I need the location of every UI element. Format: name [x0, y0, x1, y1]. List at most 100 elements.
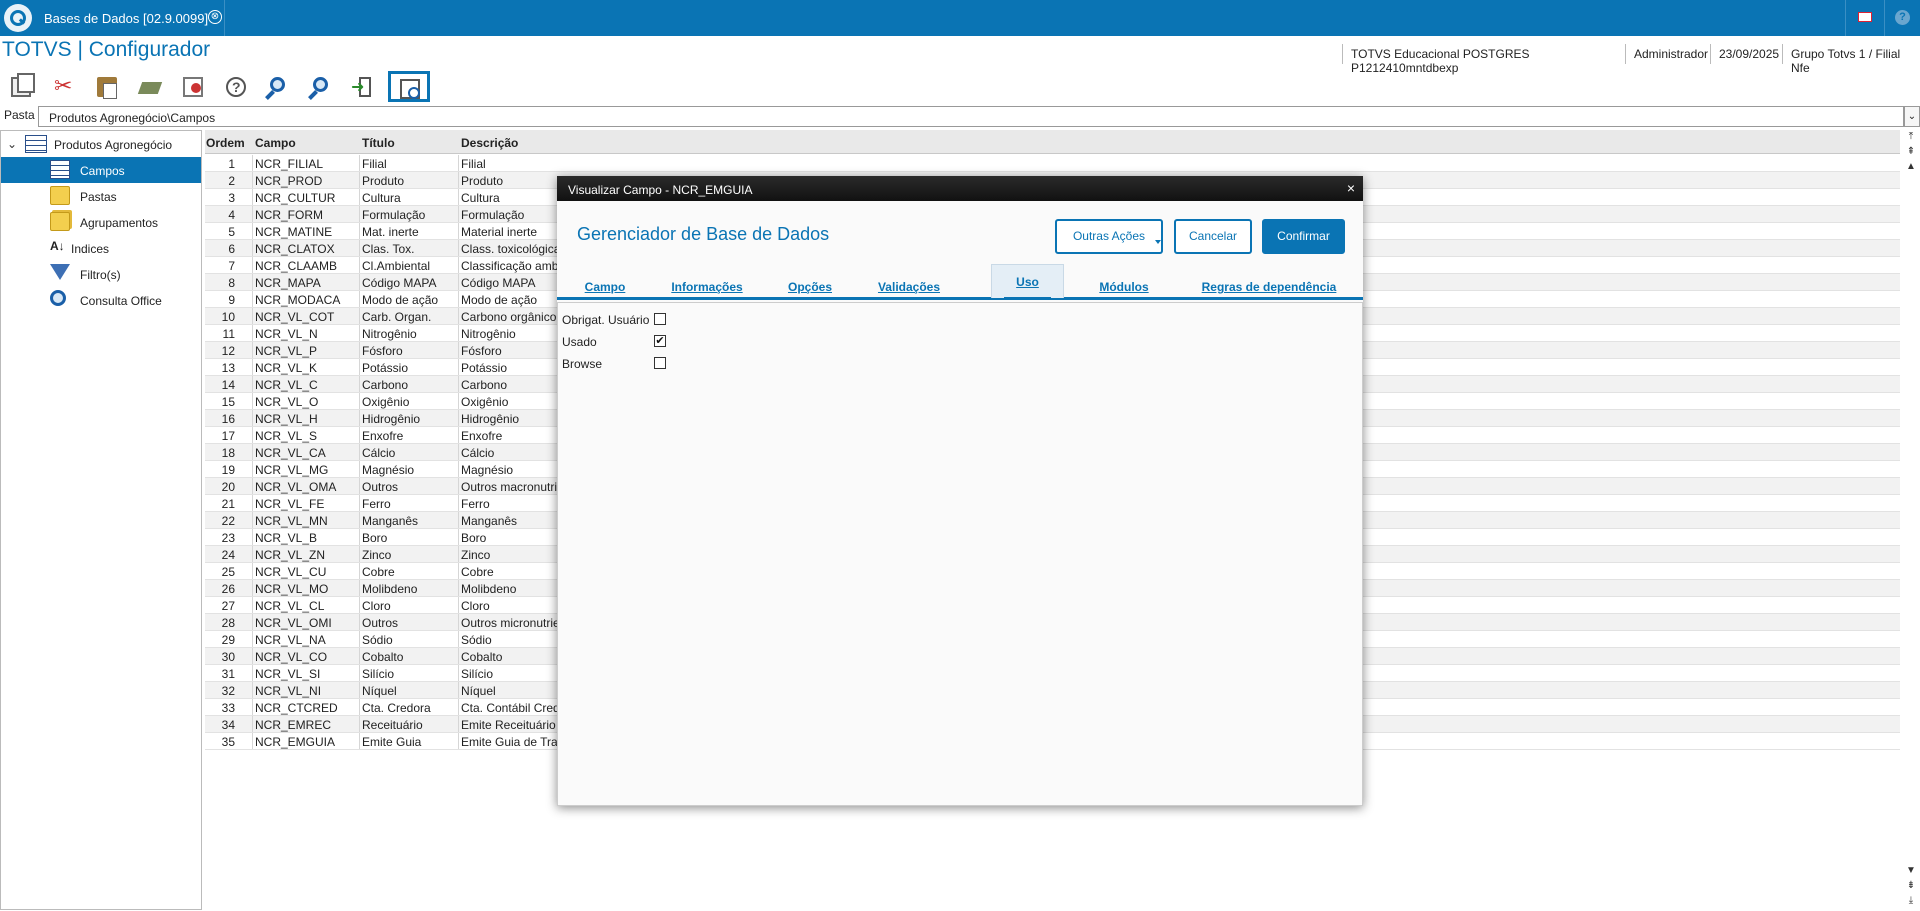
book-icon — [137, 82, 163, 94]
checkbox-usado[interactable]: Usado ✔ — [562, 333, 672, 351]
column-separator — [252, 308, 253, 324]
cell-ordem: 9 — [228, 293, 235, 307]
cell-ordem: 30 — [221, 650, 235, 664]
exit-button[interactable] — [350, 72, 386, 102]
help-tool-button[interactable] — [217, 72, 253, 102]
tree-root-label: Produtos Agronegócio — [54, 138, 173, 152]
column-separator — [359, 665, 360, 681]
column-header-titulo[interactable]: Título — [362, 136, 395, 150]
pasta-field[interactable]: Produtos Agronegócio\Campos — [38, 106, 1904, 127]
column-separator — [458, 716, 459, 732]
cell-titulo: Cl.Ambiental — [362, 259, 431, 273]
checkbox-obrigat-usuario-box[interactable] — [654, 313, 666, 325]
table-row[interactable]: 1 NCR_FILIAL Filial Filial — [205, 155, 1900, 172]
cell-ordem: 8 — [228, 276, 235, 290]
tree-item-pastas[interactable]: Pastas — [1, 183, 201, 209]
column-separator — [252, 342, 253, 358]
column-separator — [252, 512, 253, 528]
tree-item-label: Campos — [80, 164, 125, 178]
scroll-bottom-icon[interactable]: ⤓ — [1902, 894, 1920, 908]
scroll-up-icon[interactable]: ▲ — [1902, 160, 1920, 174]
cell-titulo: Níquel — [362, 684, 397, 698]
column-separator — [359, 699, 360, 715]
tree-item-indices[interactable]: Indices — [1, 235, 201, 261]
tab-opcoes[interactable]: Opções — [773, 264, 847, 298]
tab-informacoes[interactable]: Informações — [657, 264, 757, 298]
tree-item-label: Indices — [71, 242, 110, 256]
scroll-top-icon[interactable]: ⤒ — [1902, 130, 1920, 144]
cell-ordem: 15 — [221, 395, 235, 409]
column-separator — [458, 495, 459, 511]
cell-campo: NCR_VL_MG — [255, 463, 329, 477]
checkbox-browse[interactable]: Browse — [562, 355, 672, 373]
tab-modulos[interactable]: Módulos — [1077, 264, 1171, 298]
column-separator — [252, 240, 253, 256]
tab-uso[interactable]: Uso — [991, 264, 1064, 300]
tab-campo[interactable]: Campo — [567, 264, 643, 298]
column-separator — [458, 240, 459, 256]
tree-item-agrupamentos[interactable]: Agrupamentos — [1, 209, 201, 235]
cancel-button[interactable]: Cancelar — [1174, 219, 1252, 254]
cell-ordem: 22 — [221, 514, 235, 528]
checkbox-label: Obrigat. Usuário — [562, 313, 650, 327]
tree-root[interactable]: ⌄ Produtos Agronegócio — [1, 133, 201, 155]
cell-campo: NCR_VL_MO — [255, 582, 329, 596]
copy-button[interactable] — [2, 72, 38, 102]
tab-regras-de-dependencia[interactable]: Regras de dependência — [1189, 264, 1349, 298]
cell-titulo: Carb. Organ. — [362, 310, 432, 324]
dialog-tabs: Campo Informações Opções Validações Uso … — [557, 264, 1363, 300]
tab-validacoes[interactable]: Validações — [864, 264, 954, 298]
column-header-descricao[interactable]: Descrição — [461, 136, 518, 150]
cell-campo: NCR_CLATOX — [255, 242, 335, 256]
column-separator — [359, 716, 360, 732]
date-info: 23/09/2025 — [1710, 44, 1790, 64]
cell-ordem: 26 — [221, 582, 235, 596]
tab-bases-de-dados[interactable]: Bases de Dados [02.9.0099] ⊗ — [37, 0, 225, 36]
help-button[interactable]: ? — [1884, 0, 1920, 36]
cell-campo: NCR_VL_CO — [255, 650, 328, 664]
documents-button[interactable] — [174, 72, 210, 102]
cut-button[interactable] — [45, 72, 81, 102]
book-button[interactable] — [131, 72, 167, 102]
close-icon[interactable]: × — [1342, 179, 1360, 197]
caret-down-icon — [1155, 240, 1161, 244]
column-header-campo[interactable]: Campo — [255, 136, 296, 150]
column-separator — [458, 631, 459, 647]
view-button[interactable] — [388, 71, 430, 102]
cell-titulo: Nitrogênio — [362, 327, 417, 341]
scroll-down-icon[interactable]: ▼ — [1902, 864, 1920, 878]
paste-button[interactable] — [88, 72, 124, 102]
search-button[interactable] — [261, 72, 297, 102]
cell-campo: NCR_VL_N — [255, 327, 318, 341]
totvs-logo-icon[interactable] — [4, 4, 32, 32]
column-separator — [458, 291, 459, 307]
column-separator — [458, 444, 459, 460]
tree-item-campos[interactable]: Campos — [1, 157, 201, 183]
confirm-button[interactable]: Confirmar — [1262, 219, 1345, 254]
tree-item-filtros[interactable]: Filtro(s) — [1, 261, 201, 287]
cell-titulo: Potássio — [362, 361, 409, 375]
checkbox-obrigat-usuario[interactable]: Obrigat. Usuário — [562, 311, 672, 329]
cell-titulo: Cultura — [362, 191, 401, 205]
cell-ordem: 19 — [221, 463, 235, 477]
tree-item-consulta-office[interactable]: Consulta Office — [1, 287, 201, 313]
column-header-ordem[interactable]: Ordem — [206, 136, 245, 150]
pasta-dropdown-icon[interactable]: ⌄ — [1904, 106, 1920, 127]
search-next-button[interactable] — [304, 72, 340, 102]
column-separator — [252, 648, 253, 664]
cell-titulo: Fósforo — [362, 344, 403, 358]
chevron-down-icon[interactable]: ⌄ — [7, 137, 17, 151]
scroll-page-up-icon[interactable]: ⇞ — [1902, 145, 1920, 159]
checkbox-usado-box[interactable]: ✔ — [654, 335, 666, 347]
mail-button[interactable] — [1845, 0, 1883, 36]
cell-campo: NCR_EMGUIA — [255, 735, 336, 749]
more-actions-button[interactable]: Outras Ações — [1055, 219, 1163, 254]
column-separator — [458, 155, 459, 171]
scroll-page-down-icon[interactable]: ⇟ — [1902, 879, 1920, 893]
checkbox-browse-box[interactable] — [654, 357, 666, 369]
cell-ordem: 12 — [221, 344, 235, 358]
column-separator — [359, 461, 360, 477]
tab-close-icon[interactable]: ⊗ — [208, 10, 222, 24]
column-separator — [252, 223, 253, 239]
cell-titulo: Emite Guia — [362, 735, 422, 749]
